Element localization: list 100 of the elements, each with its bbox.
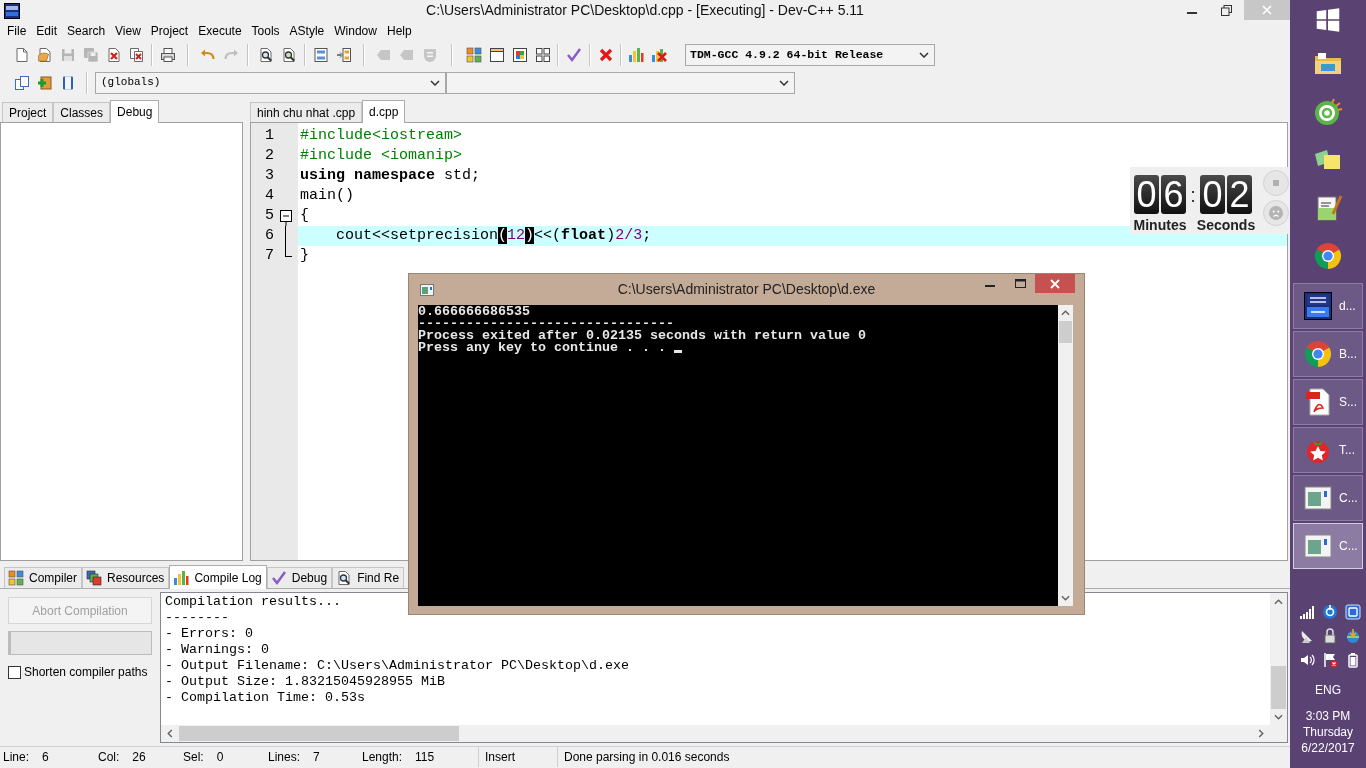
fold-guide-line: [285, 226, 286, 246]
taskbar-window-button[interactable]: T...: [1293, 427, 1363, 473]
plus-box-icon: [36, 74, 53, 91]
code-line: main(): [300, 186, 354, 206]
close-button[interactable]: [1035, 274, 1075, 293]
four-panes-icon: [1315, 7, 1341, 33]
left-tag-icon: [398, 47, 415, 63]
code-line: using namespace std;: [300, 166, 481, 186]
taskbar-window-button[interactable]: C...: [1293, 523, 1363, 569]
chevron-down-icon: [1061, 595, 1070, 601]
chart-cross-icon: [650, 47, 667, 63]
output-tab[interactable]: Resources: [82, 567, 170, 588]
menu-item[interactable]: Window: [329, 21, 382, 41]
menu-item[interactable]: Project: [145, 21, 194, 41]
chevron-up-icon: [1061, 310, 1070, 316]
panel-tab[interactable]: Debug: [110, 100, 160, 123]
taskbar-window-button[interactable]: C...: [1293, 475, 1363, 521]
line-number: 5: [265, 206, 274, 226]
status-mode: Insert: [485, 749, 515, 766]
color-grid-icon: [465, 47, 482, 63]
menu-item[interactable]: Help: [381, 21, 417, 41]
page-folder-icon: [36, 47, 53, 63]
log-line: - Compilation Time: 0.53s: [165, 690, 365, 706]
taskbar-window-button[interactable]: S...: [1293, 379, 1363, 425]
status-label: Lines:: [268, 749, 301, 766]
status-value: 0: [216, 749, 224, 766]
circle-logo-icon: [1313, 241, 1343, 271]
menu-item[interactable]: Search: [62, 21, 111, 41]
speaker-icon[interactable]: [1299, 652, 1316, 668]
scrollbar-thumb: [1271, 666, 1286, 709]
timer-separator: :: [1190, 184, 1196, 205]
status-label: Length:: [362, 749, 403, 766]
clock[interactable]: 3:03 PM Thursday 6/22/2017: [1290, 708, 1366, 756]
shield-icon: [421, 47, 438, 63]
editor-tab[interactable]: d.cpp: [362, 100, 406, 123]
menu-item[interactable]: File: [2, 21, 32, 41]
status-value: 26: [132, 749, 146, 766]
check-icon: [565, 47, 582, 63]
minimize-icon: [1187, 12, 1197, 14]
menu-item[interactable]: Tools: [246, 21, 285, 41]
log-line: - Warnings: 0: [165, 642, 269, 658]
left-tag-icon: [375, 47, 392, 63]
status-message: Done parsing in 0.016 seconds: [564, 749, 730, 766]
panel-tab[interactable]: Project: [2, 102, 54, 122]
taskbar-window-button[interactable]: B...: [1293, 331, 1363, 377]
code-line: {: [300, 206, 309, 226]
log-line: - Errors: 0: [165, 626, 253, 642]
restore-icon: [1221, 4, 1232, 16]
search-icon: [257, 47, 274, 63]
window-icon: [1303, 483, 1333, 513]
minimize-icon: [985, 285, 995, 287]
window-title: C:\Users\Administrator PC\Desktop\d.cpp - [Executing] - Dev-C++ 5.11: [426, 1, 864, 20]
status-label: Col:: [98, 749, 120, 766]
output-tab[interactable]: Find Re: [332, 567, 405, 588]
circle-logo-icon: [1303, 339, 1333, 369]
bar-chart-icon: [627, 47, 644, 63]
menu-item[interactable]: Execute: [193, 21, 247, 41]
chevron-down-icon: [919, 52, 929, 58]
checkbox[interactable]: [8, 665, 21, 679]
chevron-left-icon: [167, 729, 173, 738]
timer-digit: 0: [1200, 175, 1225, 214]
code-line: }: [300, 246, 309, 266]
power-icon[interactable]: [1322, 604, 1338, 620]
page-cross-icon: [105, 47, 122, 63]
timer-label: Seconds: [1196, 216, 1256, 235]
floppies-icon: [82, 47, 99, 63]
printer-icon: [159, 47, 176, 63]
console-line: 0.666666686535: [418, 306, 530, 318]
timer-label: Minutes: [1133, 216, 1187, 235]
log-line: Compilation results...: [165, 594, 341, 610]
status-label: Sel:: [183, 749, 204, 766]
panel-tab[interactable]: Classes: [53, 102, 111, 122]
compiler-select[interactable]: TDM-GCC 4.9.2 64-bit Release: [685, 44, 935, 66]
output-tab[interactable]: Debug: [266, 567, 333, 588]
taskbar-window-button[interactable]: d...: [1293, 283, 1363, 329]
timer-digit: 2: [1227, 175, 1252, 214]
output-tab[interactable]: Compiler: [4, 567, 82, 588]
check-icon: [270, 570, 287, 586]
fold-toggle-icon[interactable]: [280, 210, 292, 226]
checkbox-label: Shorten compiler paths: [24, 664, 148, 681]
arrow-rows-icon: [335, 47, 352, 63]
language-indicator[interactable]: ENG: [1315, 681, 1341, 699]
signal-bars-icon[interactable]: [1299, 604, 1316, 620]
line-number: 1: [265, 126, 274, 146]
console-app-icon: [420, 283, 434, 296]
editor-tab[interactable]: hinh chu nhat .cpp: [250, 102, 363, 122]
scope-select[interactable]: (globals): [95, 71, 446, 94]
tile-icon[interactable]: [1344, 604, 1361, 620]
lock-icon[interactable]: [1322, 628, 1338, 644]
output-tab[interactable]: Compile Log: [169, 565, 267, 589]
menu-item[interactable]: Edit: [31, 21, 63, 41]
cross-icon: [597, 47, 614, 63]
flag-cross-icon[interactable]: [1322, 652, 1338, 668]
menu-item[interactable]: AStyle: [284, 21, 330, 41]
sad-face-icon: [1269, 206, 1283, 220]
timer-digit: 6: [1161, 175, 1186, 214]
log-line: --------: [165, 610, 229, 626]
menu-item[interactable]: View: [110, 21, 146, 41]
close-icon: [1050, 278, 1060, 289]
code-line: #include <iomanip>: [300, 146, 463, 166]
